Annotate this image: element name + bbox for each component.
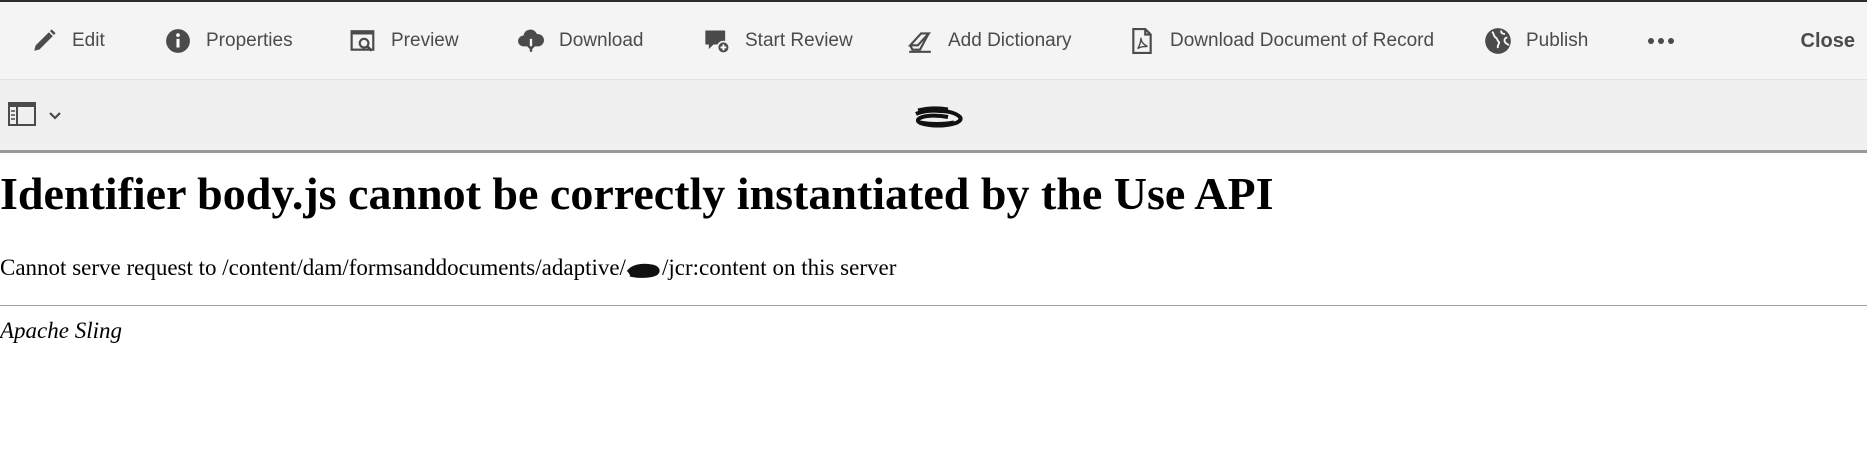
preview-button[interactable]: Preview	[349, 2, 459, 80]
add-dictionary-button[interactable]: Add Dictionary	[906, 2, 1072, 80]
edit-label: Edit	[72, 30, 105, 51]
action-toolbar: Edit Properties Preview Download Start R…	[0, 2, 1867, 80]
error-message-prefix: Cannot serve request to /content/dam/for…	[0, 255, 626, 280]
error-heading: Identifier body.js cannot be correctly i…	[0, 168, 1274, 219]
footer-divider	[0, 305, 1867, 306]
error-message: Cannot serve request to /content/dam/for…	[0, 255, 896, 281]
start-review-button[interactable]: Start Review	[703, 2, 853, 80]
more-icon	[1647, 27, 1675, 55]
properties-label: Properties	[206, 30, 293, 51]
add-dictionary-label: Add Dictionary	[948, 30, 1072, 51]
download-document-of-record-button[interactable]: Download Document of Record	[1128, 2, 1434, 80]
more-actions-button[interactable]	[1647, 2, 1675, 80]
error-message-suffix: /jcr:content on this server	[661, 255, 897, 280]
publish-button[interactable]: Publish	[1484, 2, 1588, 80]
info-icon	[164, 27, 192, 55]
pdf-file-icon	[1128, 27, 1156, 55]
server-signature: Apache Sling	[0, 318, 122, 343]
redacted-document-title	[912, 104, 964, 137]
side-panel-toggle[interactable]	[8, 102, 62, 131]
preview-icon	[349, 27, 377, 55]
download-button[interactable]: Download	[517, 2, 644, 80]
start-review-label: Start Review	[745, 30, 853, 51]
panel-toggle-icon	[8, 102, 36, 131]
download-label: Download	[559, 30, 644, 51]
comment-add-icon	[703, 27, 731, 55]
download-document-of-record-label: Download Document of Record	[1170, 30, 1435, 51]
publish-label: Publish	[1526, 30, 1589, 51]
edit-button[interactable]: Edit	[30, 2, 105, 80]
globe-icon	[1484, 27, 1512, 55]
pencil-icon	[30, 27, 58, 55]
cloud-download-icon	[517, 27, 545, 55]
properties-button[interactable]: Properties	[164, 2, 293, 80]
chevron-down-icon	[48, 108, 62, 126]
eraser-icon	[906, 27, 934, 55]
redacted-form-name	[626, 263, 660, 278]
preview-label: Preview	[391, 30, 459, 51]
close-button[interactable]: Close	[1801, 2, 1855, 80]
